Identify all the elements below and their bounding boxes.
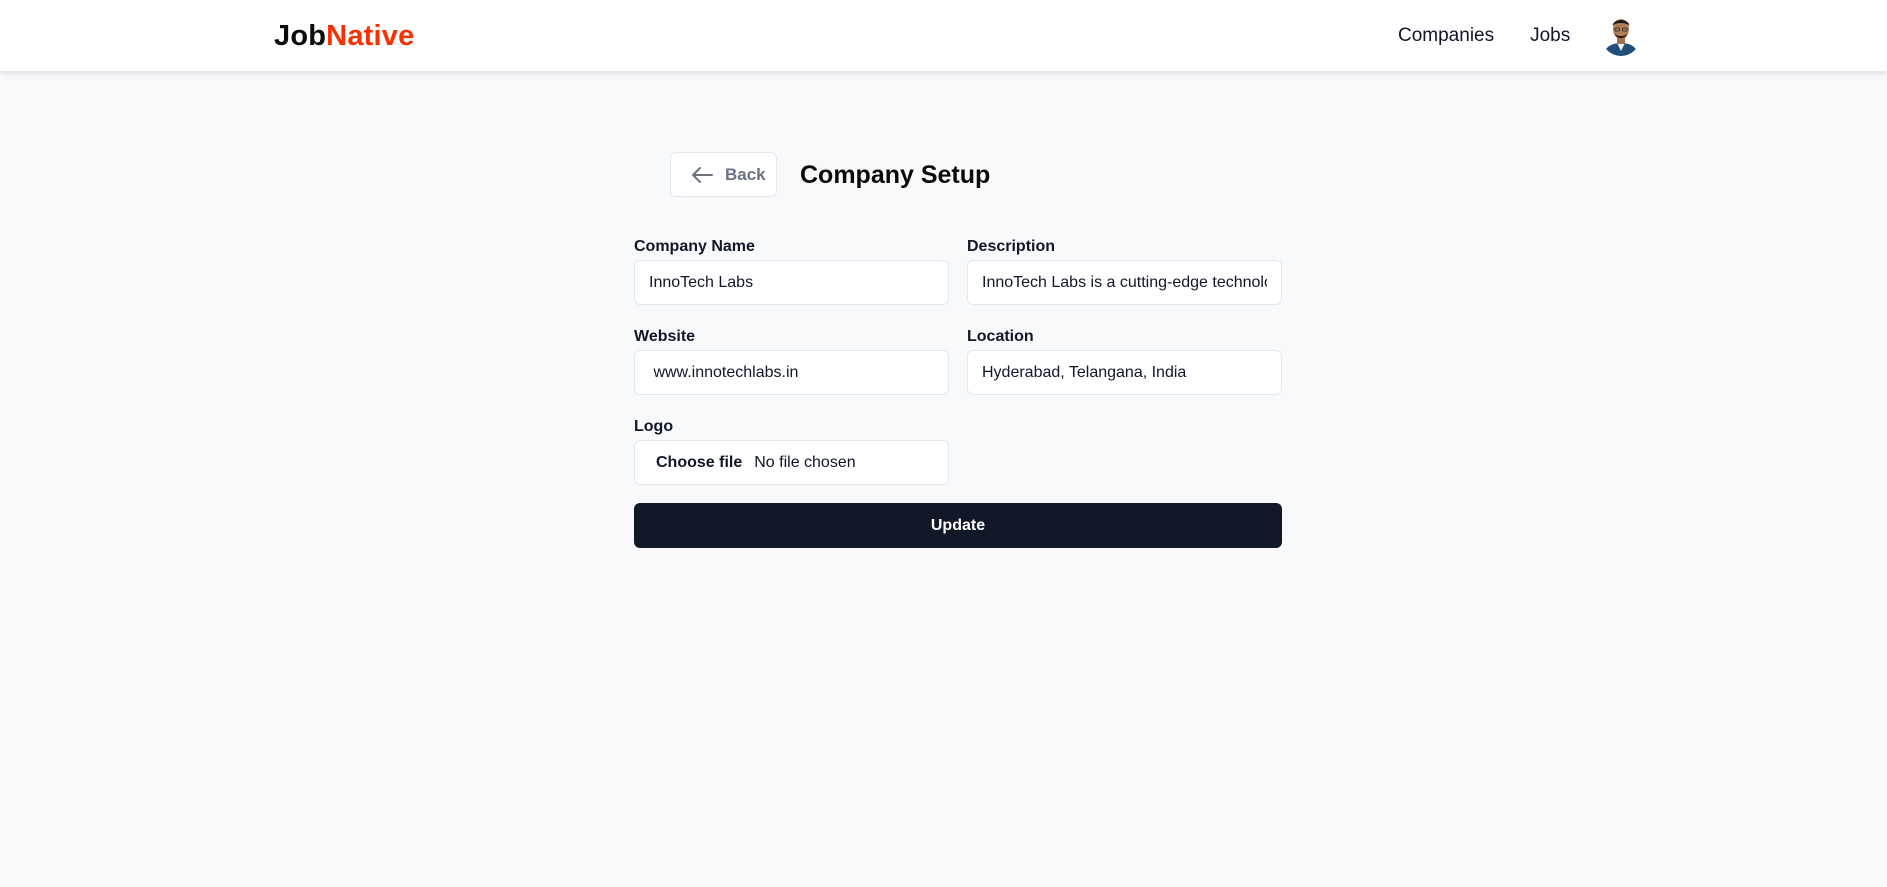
company-name-input[interactable]	[634, 260, 949, 305]
user-avatar[interactable]	[1601, 14, 1641, 56]
website-input[interactable]	[634, 350, 949, 395]
arrow-left-icon	[692, 166, 713, 183]
navbar: JobNative Companies Jobs	[0, 0, 1887, 71]
choose-file-button[interactable]: Choose file	[656, 454, 742, 472]
file-status-text: No file chosen	[754, 453, 856, 471]
website-label: Website	[634, 328, 696, 345]
description-label: Description	[967, 238, 1056, 255]
logo-file-input[interactable]: Choose file No file chosen	[634, 440, 949, 485]
main-nav: Companies Jobs	[1398, 23, 1570, 49]
description-input[interactable]	[967, 260, 1282, 305]
nav-link-jobs[interactable]: Jobs	[1530, 23, 1570, 49]
location-label: Location	[967, 328, 1034, 345]
update-button[interactable]: Update	[634, 503, 1282, 548]
avatar-icon	[1601, 14, 1641, 56]
logo-text-job: Job	[274, 20, 327, 52]
logo-label: Logo	[634, 418, 674, 435]
page-title: Company Setup	[800, 161, 991, 189]
brand-logo[interactable]: JobNative	[274, 18, 414, 54]
logo-text-native: Native	[326, 20, 415, 52]
back-button[interactable]: Back	[670, 152, 777, 197]
location-input[interactable]	[967, 350, 1282, 395]
nav-link-companies[interactable]: Companies	[1398, 23, 1494, 49]
back-button-label: Back	[725, 164, 766, 184]
company-name-label: Company Name	[634, 238, 755, 255]
